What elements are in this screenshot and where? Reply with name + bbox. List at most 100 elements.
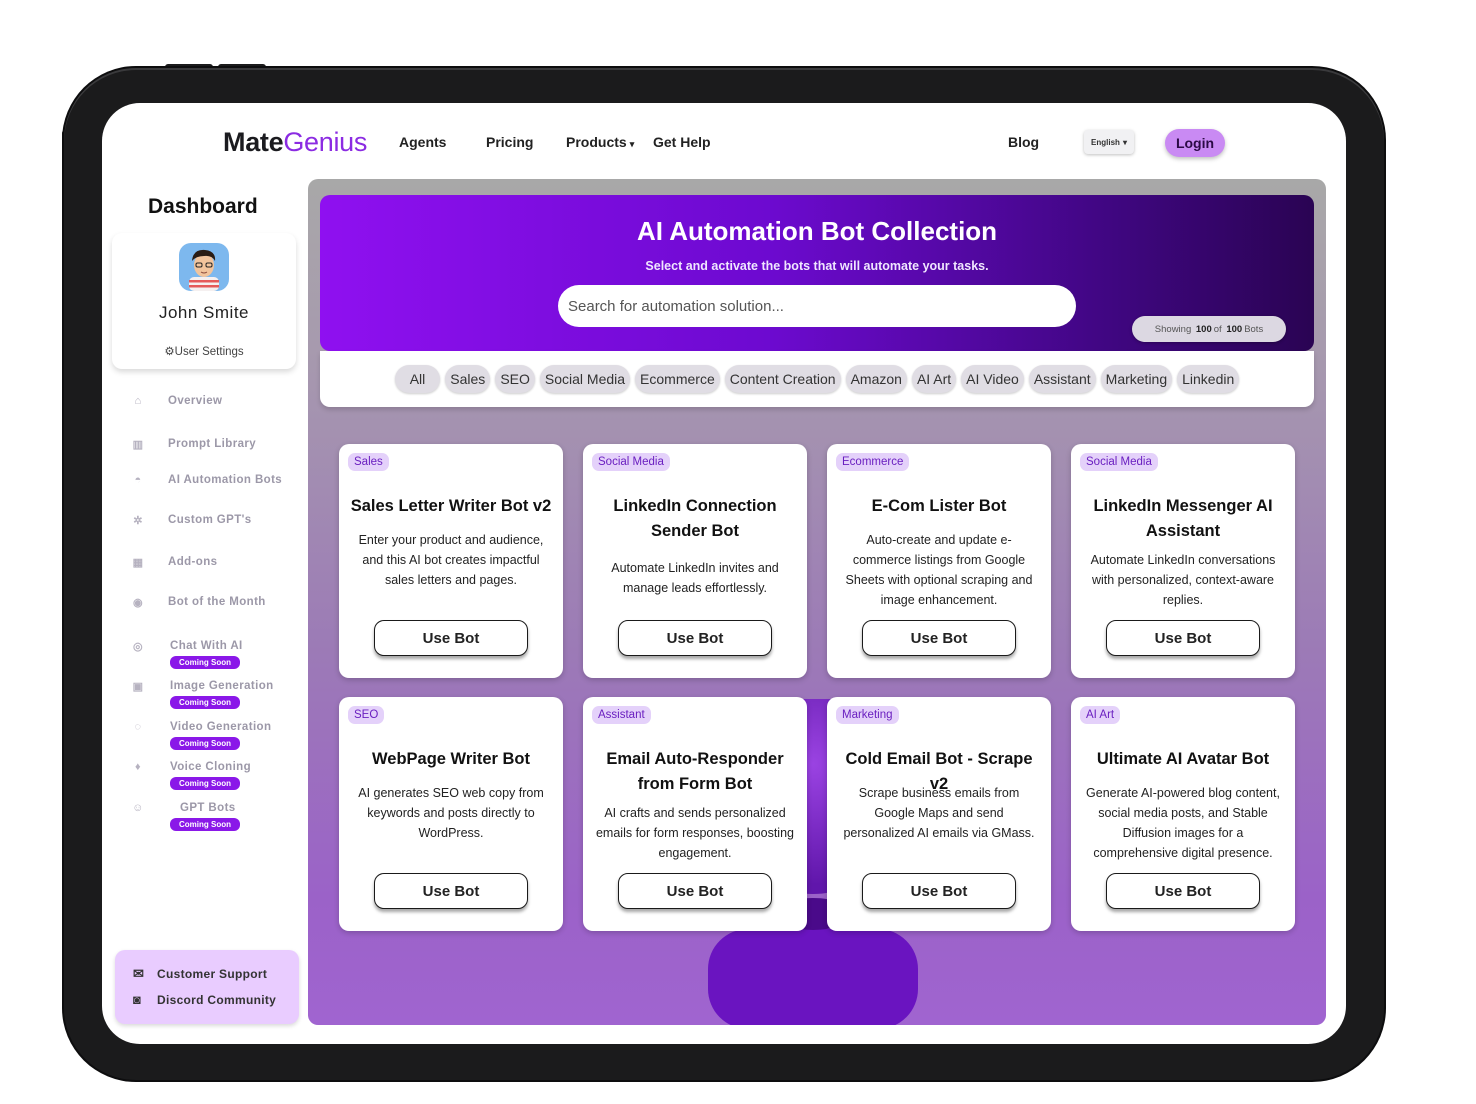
user-settings-link[interactable]: ⚙User Settings bbox=[112, 344, 296, 358]
bot-card: SEO WebPage Writer Bot AI generates SEO … bbox=[339, 697, 563, 931]
filter-chip-marketing[interactable]: Marketing bbox=[1100, 365, 1173, 393]
bot-card: Social Media LinkedIn Connection Sender … bbox=[583, 444, 807, 678]
use-bot-button[interactable]: Use Bot bbox=[618, 873, 772, 909]
avatar[interactable] bbox=[179, 243, 229, 291]
microphone-icon: ♦ bbox=[134, 761, 141, 773]
customer-support-link[interactable]: ✉ Customer Support bbox=[133, 966, 267, 982]
bot-icon: ◓ bbox=[134, 474, 142, 486]
grid-icon: ▦ bbox=[132, 556, 144, 569]
use-bot-button[interactable]: Use Bot bbox=[1106, 873, 1260, 909]
bot-title: LinkedIn Connection Sender Bot bbox=[613, 497, 777, 540]
bot-title: WebPage Writer Bot bbox=[372, 750, 530, 768]
filter-chip-ai-art[interactable]: AI Art bbox=[911, 365, 957, 393]
filter-chip-assistant[interactable]: Assistant bbox=[1028, 365, 1096, 393]
sidebar-item-image-generation[interactable]: ▣ Image Generation Coming Soon bbox=[132, 680, 274, 710]
logo[interactable]: MateGenius bbox=[223, 127, 367, 158]
language-select[interactable]: English ▾ bbox=[1084, 130, 1134, 154]
sidebar-item-voice-cloning[interactable]: ♦ Voice Cloning Coming Soon bbox=[132, 761, 251, 791]
filter-chip-sales[interactable]: Sales bbox=[445, 365, 491, 393]
nav-agents[interactable]: Agents bbox=[399, 134, 446, 150]
bot-title: Email Auto-Responder from Form Bot bbox=[606, 750, 784, 793]
book-icon: ▥ bbox=[132, 438, 144, 451]
gpt-icon: ✲ bbox=[133, 514, 143, 527]
category-tag[interactable]: Social Media bbox=[1080, 453, 1158, 471]
video-icon: ◌ bbox=[134, 721, 142, 733]
discord-community-link[interactable]: ◙ Discord Community bbox=[133, 992, 276, 1007]
category-tag[interactable]: Sales bbox=[348, 453, 389, 471]
hero-subtitle: Select and activate the bots that will a… bbox=[645, 259, 989, 273]
bot-title: E-Com Lister Bot bbox=[871, 497, 1007, 515]
sidebar-item-prompt-library[interactable]: ▥ Prompt Library bbox=[132, 438, 256, 451]
use-bot-button[interactable]: Use Bot bbox=[862, 873, 1016, 909]
filter-chip-ecommerce[interactable]: Ecommerce bbox=[635, 365, 720, 393]
category-tag[interactable]: Marketing bbox=[836, 706, 899, 724]
category-tag[interactable]: AI Art bbox=[1080, 706, 1121, 724]
filter-chip-content-creation[interactable]: Content Creation bbox=[724, 365, 841, 393]
sidebar-item-add-ons[interactable]: ▦ Add-ons bbox=[132, 556, 217, 569]
filter-chip-all[interactable]: All bbox=[394, 365, 441, 393]
bot-description: Scrape business emails from Google Maps … bbox=[843, 786, 1035, 840]
screen: MateGenius Agents Pricing Products ▾ Get … bbox=[102, 103, 1346, 1044]
category-tag[interactable]: SEO bbox=[348, 706, 385, 724]
bot-title: Ultimate AI Avatar Bot bbox=[1096, 750, 1270, 768]
gear-icon: ⚙ bbox=[164, 346, 175, 358]
bot-card: Marketing Cold Email Bot - Scrape v2 Scr… bbox=[827, 697, 1051, 931]
sidebar-item-bot-of-the-month[interactable]: ◉ Bot of the Month bbox=[132, 596, 266, 609]
mail-icon: ✉ bbox=[133, 966, 145, 981]
use-bot-button[interactable]: Use Bot bbox=[374, 873, 528, 909]
hero-banner: AI Automation Bot Collection Select and … bbox=[320, 195, 1314, 351]
use-bot-button[interactable]: Use Bot bbox=[374, 620, 528, 656]
category-filter-bar: All Sales SEO Social Media Ecommerce Con… bbox=[320, 351, 1314, 407]
chevron-down-icon: ▾ bbox=[1122, 137, 1127, 147]
support-box: ✉ Customer Support ◙ Discord Community bbox=[115, 950, 299, 1024]
use-bot-button[interactable]: Use Bot bbox=[862, 620, 1016, 656]
search-input[interactable] bbox=[558, 285, 1076, 327]
bot-card: Assistant Email Auto-Responder from Form… bbox=[583, 697, 807, 931]
nav-products[interactable]: Products ▾ bbox=[566, 134, 634, 150]
chevron-down-icon: ▾ bbox=[629, 139, 635, 149]
discord-icon: ◙ bbox=[133, 992, 142, 1007]
sidebar-item-chat-with-ai[interactable]: ◎ Chat With AI Coming Soon bbox=[132, 640, 243, 670]
coming-soon-badge: Coming Soon bbox=[170, 777, 240, 790]
sidebar-item-gpt-bots[interactable]: ☺ GPT Bots Coming Soon bbox=[132, 802, 240, 832]
coming-soon-badge: Coming Soon bbox=[170, 818, 240, 831]
medal-icon: ◉ bbox=[133, 596, 143, 609]
filter-chip-seo[interactable]: SEO bbox=[495, 365, 535, 393]
sidebar-item-custom-gpts[interactable]: ✲ Custom GPT's bbox=[132, 514, 252, 527]
bot-title: Sales Letter Writer Bot v2 bbox=[350, 497, 552, 515]
bot-title: LinkedIn Messenger AI Assistant bbox=[1093, 497, 1273, 540]
bot-card: Ecommerce E-Com Lister Bot Auto-create a… bbox=[827, 444, 1051, 678]
main-panel: AI Automation Bot Collection Select and … bbox=[308, 179, 1326, 1025]
filter-chip-social-media[interactable]: Social Media bbox=[539, 365, 631, 393]
bot-card: AI Art Ultimate AI Avatar Bot Generate A… bbox=[1071, 697, 1295, 931]
sidebar-item-overview[interactable]: ⌂ Overview bbox=[132, 395, 222, 407]
nav-blog[interactable]: Blog bbox=[1008, 134, 1039, 150]
bot-description: Generate AI-powered blog content, social… bbox=[1086, 786, 1280, 860]
filter-chip-amazon[interactable]: Amazon bbox=[845, 365, 907, 393]
bot-description: Automate LinkedIn conversations with per… bbox=[1090, 553, 1276, 607]
profile-card: John Smite ⚙User Settings bbox=[112, 233, 296, 369]
bot-description: AI generates SEO web copy from keywords … bbox=[358, 786, 544, 840]
bot-card: Sales Sales Letter Writer Bot v2 Enter y… bbox=[339, 444, 563, 678]
category-tag[interactable]: Social Media bbox=[592, 453, 670, 471]
nav-get-help[interactable]: Get Help bbox=[653, 134, 711, 150]
nav-pricing[interactable]: Pricing bbox=[486, 134, 533, 150]
bot-description: Auto-create and update e-commerce listin… bbox=[845, 533, 1033, 607]
showing-count-badge: Showing 100 of 100 Bots bbox=[1132, 316, 1286, 342]
use-bot-button[interactable]: Use Bot bbox=[1106, 620, 1260, 656]
image-icon: ▣ bbox=[132, 680, 144, 693]
filter-chip-linkedin[interactable]: Linkedin bbox=[1177, 365, 1240, 393]
category-tag[interactable]: Assistant bbox=[592, 706, 651, 724]
bot-card: Social Media LinkedIn Messenger AI Assis… bbox=[1071, 444, 1295, 678]
sidebar-item-ai-automation-bots[interactable]: ◓ AI Automation Bots bbox=[132, 474, 282, 486]
chat-icon: ◎ bbox=[133, 640, 143, 653]
hero-title: AI Automation Bot Collection bbox=[636, 216, 998, 246]
category-tag[interactable]: Ecommerce bbox=[836, 453, 910, 471]
coming-soon-badge: Coming Soon bbox=[170, 656, 240, 669]
coming-soon-badge: Coming Soon bbox=[170, 696, 240, 709]
use-bot-button[interactable]: Use Bot bbox=[618, 620, 772, 656]
bot-description: Automate LinkedIn invites and manage lea… bbox=[611, 561, 779, 595]
login-button[interactable]: Login bbox=[1165, 129, 1225, 157]
filter-chip-ai-video[interactable]: AI Video bbox=[961, 365, 1024, 393]
sidebar-item-video-generation[interactable]: ◌ Video Generation Coming Soon bbox=[132, 721, 271, 751]
